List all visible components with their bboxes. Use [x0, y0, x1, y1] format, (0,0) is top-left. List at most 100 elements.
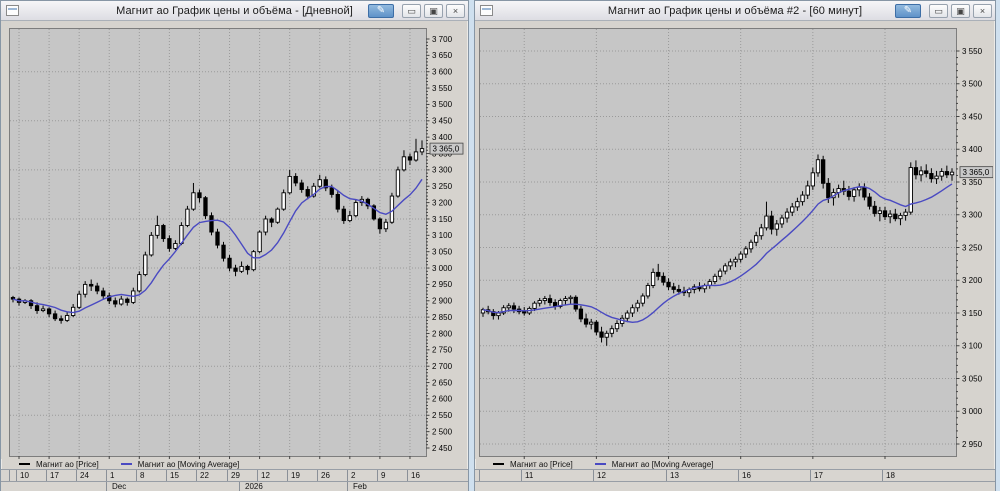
legend-dash	[594, 463, 606, 465]
axis-label: 29	[231, 471, 240, 480]
axis-label: 2026	[245, 482, 263, 491]
svg-text:3 000: 3 000	[432, 264, 453, 273]
svg-text:3 700: 3 700	[432, 35, 453, 44]
close-button[interactable]: ×	[973, 3, 992, 18]
axis-separator	[76, 470, 77, 481]
axis-separator	[46, 470, 47, 481]
svg-text:3 365,0: 3 365,0	[433, 145, 460, 154]
svg-text:3 000: 3 000	[962, 407, 983, 416]
axis-label: 16	[411, 471, 420, 480]
svg-text:3 400: 3 400	[962, 145, 983, 154]
svg-text:3 350: 3 350	[962, 178, 983, 187]
svg-text:3 150: 3 150	[432, 215, 453, 224]
svg-text:2 950: 2 950	[962, 440, 983, 449]
axis-separator	[9, 470, 10, 481]
axis-label: 8	[140, 471, 145, 480]
axis-separator	[106, 482, 107, 491]
legend-label: Магнит ао [Price]	[36, 459, 99, 469]
svg-text:3 400: 3 400	[432, 133, 453, 142]
axis-label: 2	[351, 471, 356, 480]
svg-text:3 100: 3 100	[962, 342, 983, 351]
axis-separator	[106, 470, 107, 481]
axis-separator	[810, 470, 811, 481]
window-menu-icon[interactable]	[480, 5, 493, 16]
legend-label: Магнит ао [Price]	[510, 459, 573, 469]
legend-dash	[120, 463, 132, 465]
axis-label: 19	[291, 471, 300, 480]
axis-label: Dec	[112, 482, 127, 491]
close-button[interactable]: ×	[446, 3, 465, 18]
svg-text:3 650: 3 650	[432, 51, 453, 60]
axis-label: Feb	[353, 482, 367, 491]
axis-separator	[16, 470, 17, 481]
svg-text:3 250: 3 250	[962, 243, 983, 252]
chart-legend: Магнит ао [Price] Магнит ао [Moving Avera…	[1, 459, 468, 469]
restore-button[interactable]: ▣	[951, 3, 970, 18]
axis-label: 15	[170, 471, 179, 480]
axis-label: 22	[200, 471, 209, 480]
svg-text:3 200: 3 200	[962, 276, 983, 285]
y-axis: 2 950 3 000 3 050 3 100 3 150 3 200 3 250 3 300…	[956, 47, 983, 449]
svg-text:3 500: 3 500	[432, 100, 453, 109]
titlebar[interactable]: Магнит ао График цены и объёма - [Дневно…	[1, 1, 468, 21]
svg-text:2 450: 2 450	[432, 444, 453, 453]
svg-text:2 700: 2 700	[432, 362, 453, 371]
x-axis-days[interactable]: 11 12 13 16 17 18	[475, 469, 995, 482]
axis-separator	[521, 470, 522, 481]
axis-separator	[666, 470, 667, 481]
legend-label: Магнит ао [Moving Average]	[611, 459, 714, 469]
svg-text:3 500: 3 500	[962, 80, 983, 89]
axis-separator	[479, 470, 480, 481]
axis-label: 12	[261, 471, 270, 480]
axis-separator	[166, 470, 167, 481]
titlebar[interactable]: Магнит ао График цены и объёма #2 - [60 …	[475, 1, 995, 21]
restore-button[interactable]: ▣	[424, 3, 443, 18]
legend-item: Магнит ао [Moving Average]	[120, 460, 239, 469]
axis-label: 10	[20, 471, 29, 480]
desktop: Магнит ао График цены и объёма - [Дневно…	[0, 0, 1000, 491]
legend-dash	[493, 463, 504, 465]
minimize-button[interactable]: ▭	[402, 3, 421, 18]
annotate-pen-button[interactable]: ✎	[895, 3, 921, 18]
svg-text:3 300: 3 300	[962, 211, 983, 220]
legend-dash	[19, 463, 30, 465]
svg-text:3 365,0: 3 365,0	[963, 168, 990, 177]
svg-text:2 950: 2 950	[432, 280, 453, 289]
price-chart-canvas[interactable]: 2 450 2 500 2 550 2 600 2 650 2 700 2 750 2 800…	[1, 21, 466, 459]
annotate-pen-button[interactable]: ✎	[368, 3, 394, 18]
svg-text:2 600: 2 600	[432, 395, 453, 404]
axis-separator	[593, 470, 594, 481]
axis-separator	[347, 482, 348, 491]
axis-label: 17	[50, 471, 59, 480]
svg-text:2 750: 2 750	[432, 346, 453, 355]
axis-label: 12	[597, 471, 606, 480]
svg-text:3 200: 3 200	[432, 198, 453, 207]
chart-window-hourly: Магнит ао График цены и объёма #2 - [60 …	[474, 0, 996, 491]
svg-text:2 900: 2 900	[432, 297, 453, 306]
legend-item: Магнит ао [Price]	[493, 460, 573, 469]
price-chart-canvas[interactable]: 2 950 3 000 3 050 3 100 3 150 3 200 3 250 3 300…	[475, 21, 993, 459]
axis-separator	[239, 482, 240, 491]
x-axis-months[interactable]	[475, 482, 995, 491]
axis-separator	[347, 470, 348, 481]
axis-separator	[738, 470, 739, 481]
legend-item: Магнит ао [Price]	[19, 460, 99, 469]
axis-separator	[196, 470, 197, 481]
svg-text:3 450: 3 450	[962, 112, 983, 121]
x-axis-months[interactable]: Dec 2026 Feb	[1, 482, 468, 491]
window-menu-icon[interactable]	[6, 5, 19, 16]
axis-label: 11	[525, 471, 534, 480]
minimize-button[interactable]: ▭	[929, 3, 948, 18]
x-axis-days[interactable]: 10 17 24 1 8 15 22 29 12 19 26 2 9 16	[1, 469, 468, 482]
last-price-tag: 3 365,0	[959, 166, 993, 179]
legend-item: Магнит ао [Moving Average]	[594, 459, 714, 469]
axis-label: 17	[814, 471, 823, 480]
svg-text:2 650: 2 650	[432, 378, 453, 387]
svg-text:3 100: 3 100	[432, 231, 453, 240]
axis-separator	[257, 470, 258, 481]
svg-text:2 800: 2 800	[432, 329, 453, 338]
axis-label: 16	[742, 471, 751, 480]
svg-text:2 550: 2 550	[432, 411, 453, 420]
svg-text:3 250: 3 250	[432, 182, 453, 191]
axis-separator	[882, 470, 883, 481]
